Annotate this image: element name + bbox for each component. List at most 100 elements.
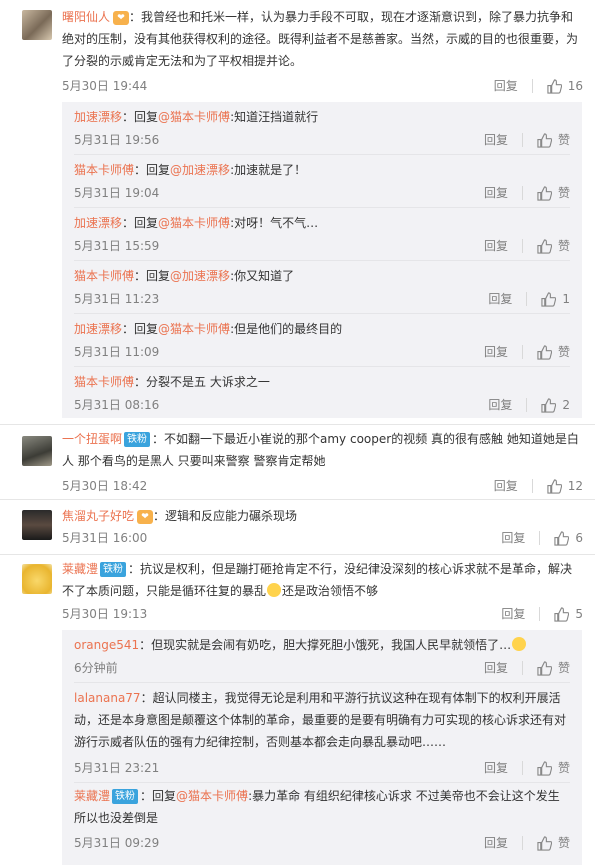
mention[interactable]: @猫本卡师傅	[158, 216, 230, 230]
comment-text: 焦溜丸子好吃 ❤ ：逻辑和反应能力碾杀现场	[62, 509, 298, 524]
timestamp: 5月31日 11:23	[74, 292, 160, 306]
like-button[interactable]: 赞	[537, 183, 570, 203]
reply-button[interactable]: 回复	[488, 289, 512, 309]
comment-text: 莱藏澧 铁粉 ：抗议是权利，但是蹦打砸抢肯定不行，没纪律没深刻的核心诉求就不是革命，…	[62, 562, 573, 598]
username[interactable]: 加速漂移	[74, 216, 122, 230]
thumbs-up-icon	[537, 761, 552, 776]
comment: 焦溜丸子好吃 ❤ ：逻辑和反应能力碾杀现场 5月31日 16:00 回复 6	[0, 502, 595, 552]
reply-button[interactable]: 回复	[484, 183, 508, 203]
divider	[74, 154, 570, 155]
username[interactable]: 莱藏澧	[62, 562, 98, 576]
like-button[interactable]: 赞	[537, 342, 570, 362]
like-count: 5	[575, 607, 583, 621]
reply-button[interactable]: 回复	[484, 130, 508, 150]
like-button[interactable]: 16	[547, 76, 583, 96]
vip-badge-icon: ❤	[137, 510, 154, 524]
fan-tag: 铁粉	[124, 432, 151, 447]
like-button[interactable]: 5	[554, 604, 583, 624]
username[interactable]: 莱藏澧	[74, 789, 110, 803]
thumbs-up-icon	[537, 133, 552, 148]
avatar[interactable]	[22, 436, 52, 466]
avatar[interactable]	[22, 564, 52, 594]
reply-button[interactable]: 回复	[494, 76, 518, 96]
thumbs-up-icon	[554, 607, 570, 622]
reply-button[interactable]: 回复	[484, 342, 508, 362]
reply-button[interactable]: 回复	[501, 528, 525, 548]
like-button[interactable]: 赞	[537, 658, 570, 678]
mention[interactable]: @加速漂移	[170, 163, 230, 177]
reply-button[interactable]: 回复	[484, 236, 508, 256]
timestamp: 5月30日 19:44	[62, 79, 148, 93]
username[interactable]: lalanana77	[74, 691, 141, 705]
divider	[74, 682, 570, 683]
reply-button[interactable]: 回复	[484, 758, 508, 778]
thumbs-up-icon	[554, 531, 570, 546]
like-button[interactable]: 赞	[537, 236, 570, 256]
like-button[interactable]: 2	[541, 395, 570, 415]
mention[interactable]: @加速漂移	[170, 269, 230, 283]
like-button[interactable]: 12	[547, 476, 583, 496]
comment-text: 一个扭蛋啊 铁粉 ：不如翻一下最近小崔说的那个amy cooper的视频 真的很有感…	[62, 432, 579, 468]
username[interactable]: 猫本卡师傅	[74, 375, 134, 389]
like-button[interactable]: 6	[554, 528, 583, 548]
fan-tag: 铁粉	[112, 789, 139, 804]
username[interactable]: 加速漂移	[74, 110, 122, 124]
avatar[interactable]	[22, 10, 52, 40]
username[interactable]: 猫本卡师傅	[74, 163, 134, 177]
vip-badge-icon: ❤	[113, 11, 130, 25]
username[interactable]: 焦溜丸子好吃	[62, 509, 134, 523]
like-count: 16	[567, 79, 583, 93]
divider	[74, 366, 570, 367]
emoji-icon	[512, 637, 527, 651]
like-button[interactable]: 1	[541, 289, 570, 309]
reply-button[interactable]: 回复	[484, 833, 508, 853]
thumbs-up-icon	[537, 345, 552, 360]
timestamp: 5月30日 19:13	[62, 607, 148, 621]
comment-meta: 5月30日 19:13 回复 5	[62, 604, 583, 624]
timestamp: 5月31日 15:59	[74, 239, 160, 253]
comment-meta: 5月30日 18:42 回复 12	[62, 476, 583, 496]
divider	[531, 79, 533, 93]
comment: 莱藏澧 铁粉 ：抗议是权利，但是蹦打砸抢肯定不行，没纪律没深刻的核心诉求就不是革命，…	[0, 556, 595, 865]
mention[interactable]: @猫本卡师傅	[176, 789, 248, 803]
thumbs-up-icon	[537, 836, 552, 851]
reply-button[interactable]: 回复	[488, 395, 512, 415]
reply-list: orange541：但现实就是会闹有奶吃，胆大撑死胆小饿死，我国人民早就领悟了……	[62, 630, 582, 865]
comment: 一个扭蛋啊 铁粉 ：不如翻一下最近小崔说的那个amy cooper的视频 真的很有感…	[0, 426, 595, 498]
timestamp: 5月31日 08:16	[74, 398, 160, 412]
like-count: 12	[567, 479, 583, 493]
username[interactable]: 加速漂移	[74, 322, 122, 336]
timestamp: 5月31日 11:09	[74, 345, 160, 359]
mention[interactable]: @猫本卡师傅	[158, 322, 230, 336]
comment-meta: 5月30日 19:44 回复 16	[62, 76, 583, 96]
reply-button[interactable]: 回复	[501, 604, 525, 624]
like-button[interactable]: 赞	[537, 130, 570, 150]
username[interactable]: 一个扭蛋啊	[62, 432, 122, 446]
username[interactable]: 曙阳仙人	[62, 10, 110, 24]
divider	[74, 260, 570, 261]
avatar[interactable]	[22, 510, 52, 540]
like-button[interactable]: 赞	[537, 833, 570, 853]
thumbs-up-icon	[547, 479, 562, 494]
thumbs-up-icon	[537, 186, 552, 201]
divider	[0, 554, 595, 555]
mention[interactable]: @猫本卡师傅	[158, 110, 230, 124]
comment: 曙阳仙人 ❤ ：我曾经也和托米一样，认为暴力手段不可取，现在才逐渐意识到，除了暴力抗…	[0, 0, 595, 420]
timestamp: 5月31日 23:21	[74, 761, 160, 775]
username[interactable]: 猫本卡师傅	[74, 269, 134, 283]
timestamp: 5月31日 19:04	[74, 186, 160, 200]
reply-button[interactable]: 回复	[494, 476, 518, 496]
reply-button[interactable]: 回复	[484, 658, 508, 678]
username[interactable]: orange541	[74, 638, 139, 652]
comment-text: 曙阳仙人 ❤ ：我曾经也和托米一样，认为暴力手段不可取，现在才逐渐意识到，除了暴力抗…	[62, 10, 579, 68]
timestamp: 5月31日 16:00	[62, 531, 148, 545]
thumbs-up-icon	[541, 292, 557, 307]
divider	[74, 207, 570, 208]
like-count: 6	[575, 531, 583, 545]
fan-tag: 铁粉	[100, 562, 127, 577]
like-button[interactable]: 赞	[537, 758, 570, 778]
thumbs-up-icon	[547, 79, 562, 94]
comment-meta: 5月31日 16:00 回复 6	[62, 528, 583, 548]
timestamp: 5月31日 09:29	[74, 836, 160, 850]
timestamp: 5月30日 18:42	[62, 479, 148, 493]
